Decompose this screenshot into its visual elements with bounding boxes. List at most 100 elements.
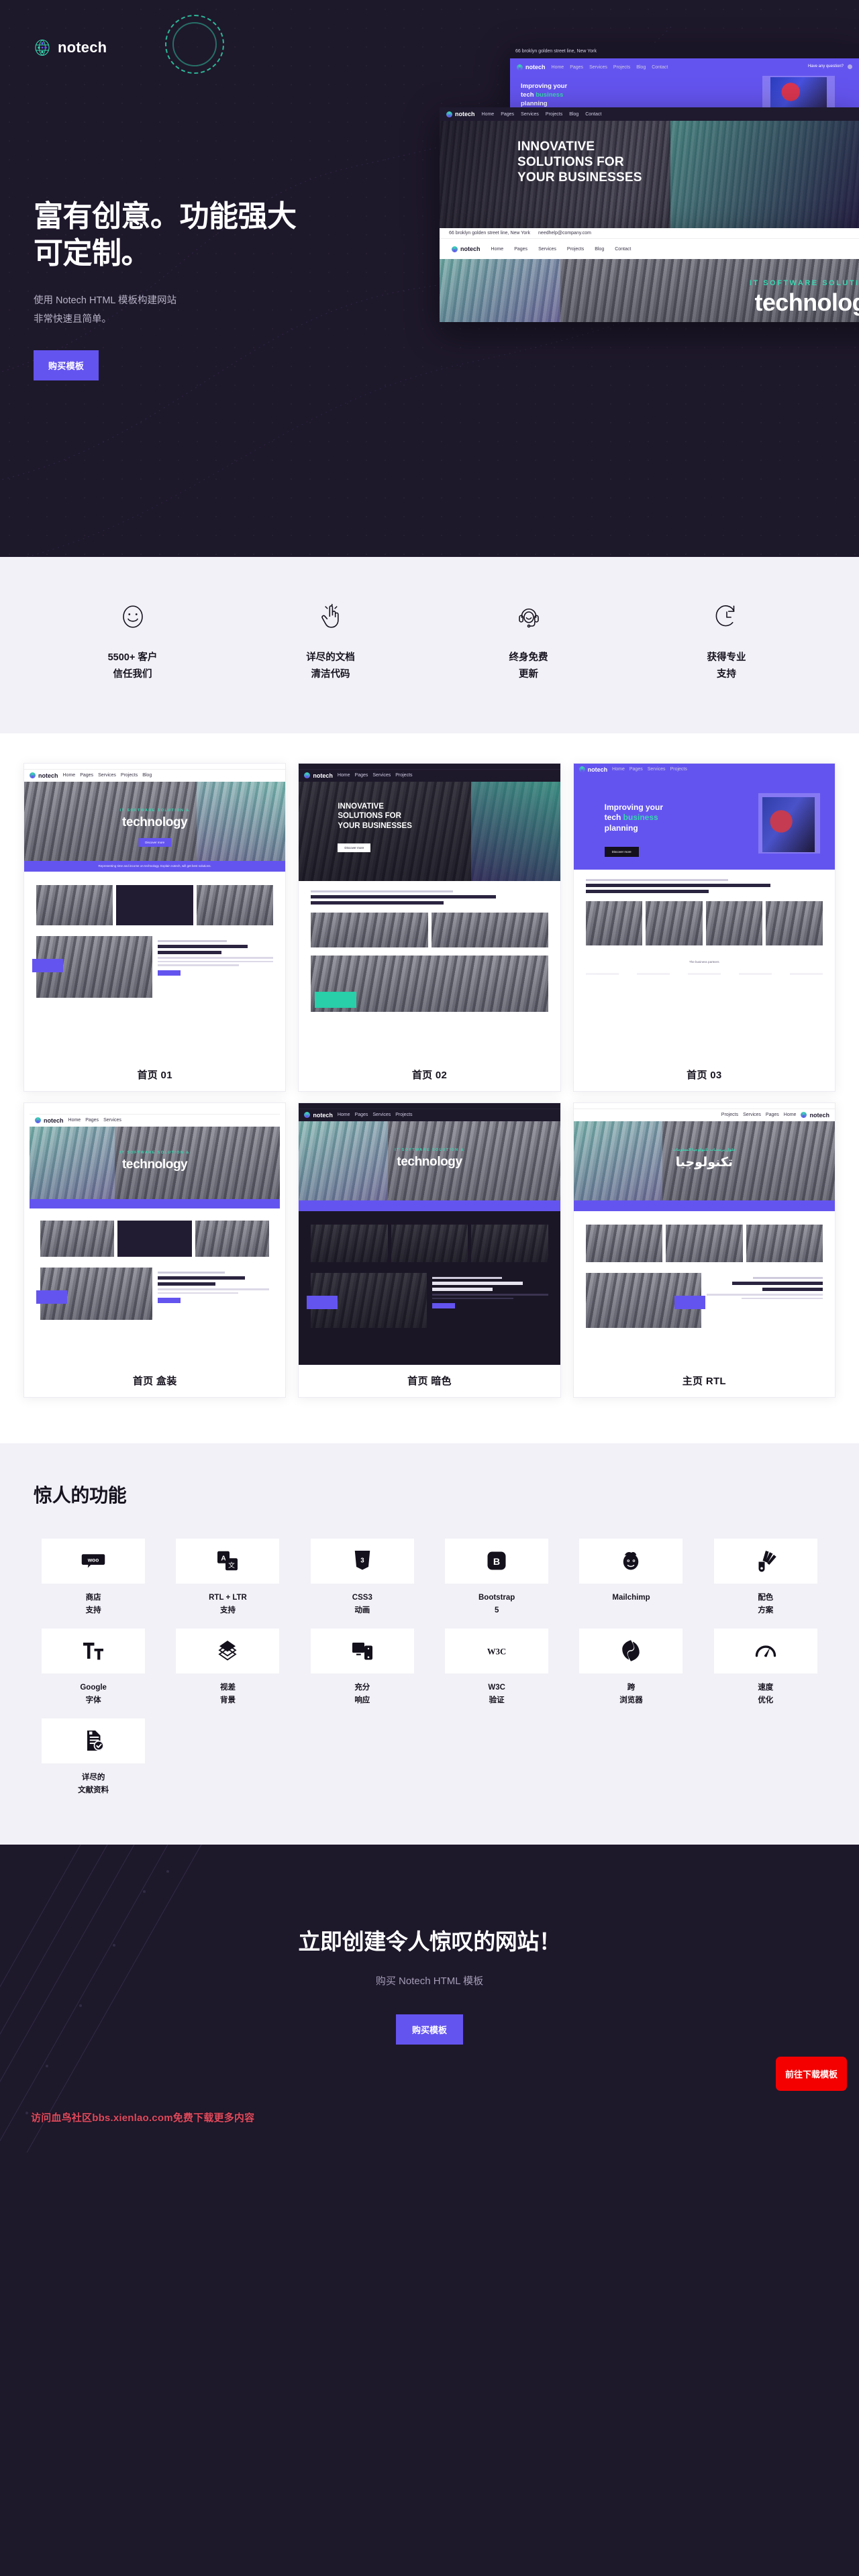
- svg-text:3: 3: [360, 1557, 364, 1565]
- preview-nav-projects[interactable]: Projects: [567, 247, 584, 252]
- preview-navbar: notech Home Pages Services Projects Blog…: [510, 58, 859, 76]
- preview-email[interactable]: needhelp@company.com: [538, 231, 591, 236]
- preview-nav-blog[interactable]: Blog: [595, 247, 604, 252]
- preview-nav-projects[interactable]: Projects: [613, 65, 630, 70]
- thumb-kicker: IT SOFTWARE SOLUTION &: [395, 1147, 464, 1152]
- preview-nav-projects[interactable]: Projects: [546, 112, 562, 117]
- hero-preview-purple[interactable]: 66 broklyn golden street line, New York …: [510, 44, 859, 111]
- thumb-card: [40, 1220, 115, 1257]
- svg-text:woo: woo: [87, 1557, 99, 1563]
- thumb-headline: تكنولوجيا: [675, 1155, 734, 1170]
- preview-address: 66 broklyn golden street line, New York: [515, 48, 597, 54]
- thumb-nav-projects: Projects: [395, 773, 413, 778]
- smiley-face-icon: [34, 599, 232, 635]
- feature-line2: 支持: [85, 1606, 101, 1615]
- feature-label: CSS3 动画: [352, 1592, 372, 1618]
- thumb-headline: INNOVATIVE SOLUTIONS FOR YOUR BUSINESSES: [338, 802, 412, 831]
- thumb-brand: notech: [587, 766, 608, 773]
- preview-nav-pages[interactable]: Pages: [514, 247, 527, 252]
- preview-nav-contact[interactable]: Contact: [615, 247, 631, 252]
- thumb-cta: [157, 970, 181, 976]
- feature-item-color-scheme[interactable]: 配色 方案: [706, 1538, 825, 1618]
- demo-card-home-dark[interactable]: notech Home Pages Services Projects IT S…: [298, 1102, 561, 1398]
- feature-item-woocommerce[interactable]: woo 商店 支持: [34, 1538, 153, 1618]
- preview-hero-body: Improving your tech business planning: [510, 76, 859, 111]
- preview-nav-services[interactable]: Services: [521, 112, 539, 117]
- preview-nav-home[interactable]: Home: [491, 247, 504, 252]
- thumb-body: [299, 1210, 560, 1365]
- feature-line2: 验证: [489, 1696, 505, 1705]
- features-section: 惊人的功能 woo 商店 支持 A文 RTL + LTR 支持 3 CSS3 动…: [0, 1443, 859, 1845]
- preview-nav-pages[interactable]: Pages: [570, 65, 583, 70]
- usp-label: 获得专业 支持: [627, 650, 825, 684]
- preview-headline-3: planning: [521, 99, 548, 107]
- feature-line1: 跨: [627, 1683, 636, 1692]
- feature-item-speed[interactable]: 速度 优化: [706, 1628, 825, 1708]
- usp-label: 5500+ 客户 信任我们: [34, 650, 232, 684]
- thumb-nav-home: Home: [337, 1113, 350, 1118]
- preview-nav-blog[interactable]: Blog: [569, 112, 578, 117]
- demo-card-home-03[interactable]: notech Home Pages Services Projects Impr…: [572, 762, 836, 1092]
- pointing-hand-icon: [232, 599, 430, 635]
- hero-preview-light[interactable]: 66 broklyn golden street line, New York …: [440, 228, 859, 322]
- demo-card-home-boxed[interactable]: notech Home Pages Services IT SOFTWARE S…: [23, 1102, 287, 1398]
- hero-preview-dark[interactable]: notech Home Pages Services Projects Blog…: [440, 107, 859, 228]
- feature-item-rtl-ltr[interactable]: A文 RTL + LTR 支持: [168, 1538, 287, 1618]
- preview-nav-services[interactable]: Services: [538, 247, 556, 252]
- landing-page: notech 66 broklyn golden street line, Ne…: [0, 0, 859, 2153]
- feature-item-css3[interactable]: 3 CSS3 动画: [303, 1538, 422, 1618]
- usp-item-support: 获得专业 支持: [627, 599, 825, 684]
- feature-line2: 支持: [219, 1606, 236, 1615]
- thumb-nav-home: Home: [783, 1113, 797, 1118]
- thumb-section-images: [585, 1272, 706, 1328]
- features-grid: woo 商店 支持 A文 RTL + LTR 支持 3 CSS3 动画 B Bo…: [34, 1538, 825, 1798]
- hero-copy: 富有创意。功能强大 可定制。 使用 Notech HTML 模板构建网站 非常快…: [34, 198, 409, 381]
- thumb-section-images: [307, 1272, 427, 1328]
- feature-item-responsive[interactable]: 充分 响应: [303, 1628, 422, 1708]
- usp-line2: 信任我们: [113, 669, 152, 680]
- preview-address: 66 broklyn golden street line, New York: [449, 231, 531, 236]
- globe-network-icon: [35, 1117, 41, 1124]
- feature-item-bootstrap[interactable]: B Bootstrap 5: [437, 1538, 556, 1618]
- clock-history-icon: [627, 599, 825, 635]
- preview-logo: notech: [452, 246, 481, 252]
- vr-headset-image: [770, 77, 827, 111]
- demo-caption: 首页 02: [299, 1058, 560, 1091]
- cta-buy-template-button[interactable]: 购买模板: [395, 2014, 463, 2045]
- preview-nav-services[interactable]: Services: [589, 65, 607, 70]
- thumb-nav-projects: Projects: [670, 767, 687, 772]
- feature-item-mailchimp[interactable]: Mailchimp: [571, 1538, 691, 1618]
- demo-card-home-01[interactable]: notech Home Pages Services Projects Blog…: [23, 762, 287, 1092]
- preview-nav-contact[interactable]: Contact: [585, 112, 601, 117]
- preview-nav-home[interactable]: Home: [482, 112, 495, 117]
- feature-item-google-fonts[interactable]: Google 字体: [34, 1628, 153, 1708]
- hero-subtitle-line2: 非常快速且简单。: [34, 314, 111, 325]
- usp-item-updates: 终身免费 更新: [430, 599, 627, 684]
- demo-card-home-rtl[interactable]: notech Home Pages Services Projects حلول…: [572, 1102, 836, 1398]
- preview-dark-headline-1: INNOVATIVE: [517, 140, 595, 154]
- thumb-topbar: [24, 763, 286, 770]
- feature-item-parallax[interactable]: 视差 背景: [168, 1628, 287, 1708]
- mailchimp-monkey-icon: [579, 1538, 683, 1584]
- preview-nav-blog[interactable]: Blog: [636, 65, 646, 70]
- download-template-button[interactable]: 前往下载模板: [775, 2057, 847, 2092]
- thumb-headline-3: planning: [604, 823, 638, 833]
- thumb-card: [766, 901, 823, 946]
- brand-logo[interactable]: notech: [34, 39, 107, 56]
- feature-item-cross-browser[interactable]: 跨 浏览器: [571, 1628, 691, 1708]
- demo-card-home-02[interactable]: notech Home Pages Services Projects INNO…: [298, 762, 561, 1092]
- thumb-teal-badge: [315, 992, 357, 1009]
- search-icon[interactable]: [848, 64, 852, 70]
- svg-text:B: B: [493, 1557, 500, 1567]
- preview-nav-contact[interactable]: Contact: [652, 65, 668, 70]
- hero-buy-template-button[interactable]: 购买模板: [34, 350, 99, 381]
- usp-item-docs: 详尽的文档 清洁代码: [232, 599, 430, 684]
- feature-item-documentation[interactable]: 详尽的 文献资料: [34, 1718, 153, 1798]
- usp-section: 5500+ 客户 信任我们 详尽的文档 清洁代码 终身免费 更新 获得专业 支持: [0, 557, 859, 733]
- translate-rtl-ltr-icon: A文: [176, 1538, 280, 1584]
- preview-nav-home[interactable]: Home: [552, 65, 564, 70]
- feature-item-w3c[interactable]: W3C W3C 验证: [437, 1628, 556, 1708]
- preview-nav-pages[interactable]: Pages: [501, 112, 514, 117]
- thumb-nav-projects: Projects: [395, 1113, 413, 1118]
- thumb-discover-button: Discover more: [604, 846, 639, 857]
